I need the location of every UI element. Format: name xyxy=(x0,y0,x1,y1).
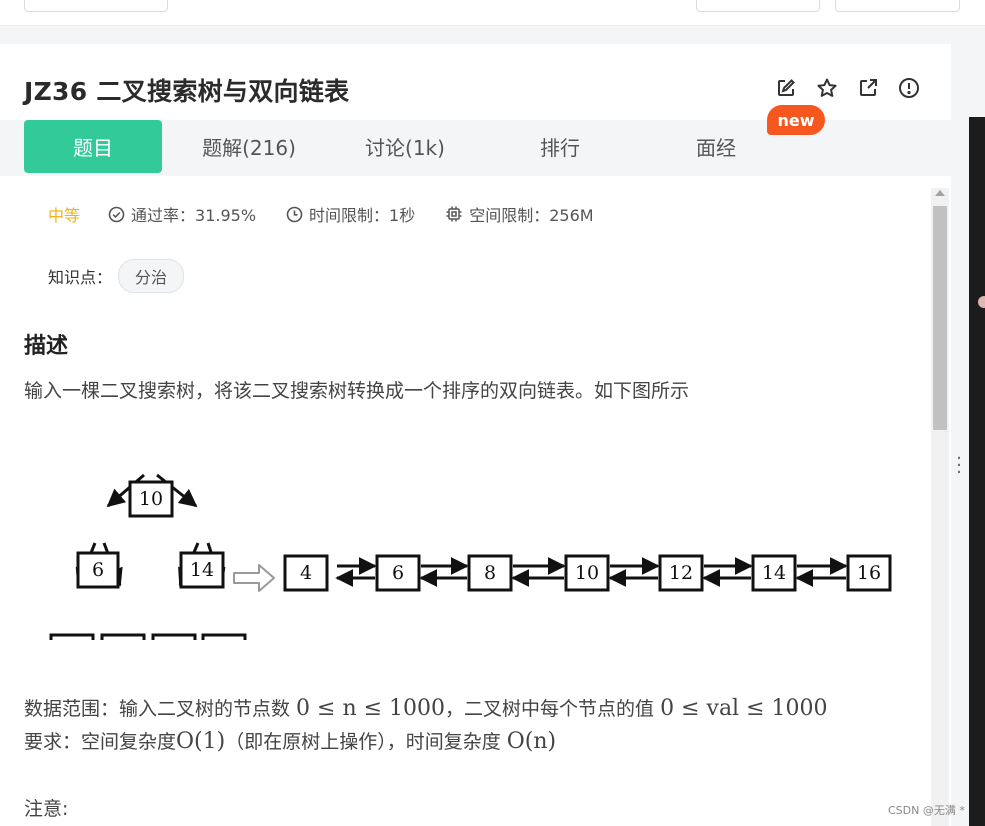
knowledge-tag[interactable]: 分治 xyxy=(118,259,185,293)
watermark: CSDN @无满 * xyxy=(888,804,965,817)
problem-card: JZ36 二叉搜索树与双向链表 题目 题解(216) 讨论(1k) 排行 面经 … xyxy=(0,44,951,826)
data-range: 数据范围：输入二叉树的节点数 0 ≤ n ≤ 1000，二叉树中每个节点的值 0… xyxy=(24,694,828,721)
right-side-panel xyxy=(969,117,985,826)
list-node-label: 8 xyxy=(484,562,496,584)
top-left-button[interactable] xyxy=(24,0,168,12)
req-middle: （即在原树上操作），时间复杂度 xyxy=(225,731,507,753)
scroll-up-arrow-icon[interactable] xyxy=(935,190,945,196)
top-right-button-2[interactable] xyxy=(835,0,960,12)
tab-problem[interactable]: 题目 xyxy=(24,120,162,173)
clock-icon xyxy=(286,206,303,222)
req-math-time: O(n) xyxy=(506,729,557,754)
scroll-thumb[interactable] xyxy=(933,206,947,430)
problem-title: JZ36 二叉搜索树与双向链表 xyxy=(24,77,350,106)
list-node-label: 10 xyxy=(575,562,599,584)
top-right-button-1[interactable] xyxy=(696,0,820,12)
range-prefix: 数据范围：输入二叉树的节点数 xyxy=(24,698,297,720)
new-badge: new xyxy=(767,105,825,135)
tab-discussion[interactable]: 讨论(1k) xyxy=(336,120,474,173)
time-limit: 时间限制：1秒 xyxy=(286,202,415,226)
req-prefix: 要求：空间复杂度 xyxy=(24,731,177,753)
space-limit: 空间限制：256M xyxy=(445,202,594,226)
list-node-label: 4 xyxy=(300,562,312,584)
bst-to-list-diagram: 10 6 14 4 8 12 16 4 6 8 10 12 14 16 xyxy=(49,473,892,640)
more-vertical-icon[interactable]: · · · xyxy=(955,450,963,482)
chip-icon xyxy=(446,206,462,222)
tree-node-label: 6 xyxy=(92,559,104,581)
description-heading: 描述 xyxy=(24,334,69,359)
tree-node-label: 14 xyxy=(190,559,214,581)
info-icon[interactable] xyxy=(895,74,922,101)
list-node-label: 14 xyxy=(762,562,786,584)
tab-ranking[interactable]: 排行 xyxy=(491,120,629,173)
transform-arrow-icon xyxy=(233,564,275,592)
tree-node-label: 10 xyxy=(139,488,163,510)
check-circle-icon xyxy=(108,206,125,222)
tab-interview[interactable]: 面经 xyxy=(647,120,785,173)
req-math-space: O(1) xyxy=(176,729,226,754)
external-link-icon[interactable] xyxy=(854,74,881,101)
range-math-values: 0 ≤ val ≤ 1000 xyxy=(660,696,828,721)
list-node-label: 6 xyxy=(392,562,404,584)
tab-solutions[interactable]: 题解(216) xyxy=(180,120,318,173)
title-actions xyxy=(772,74,922,101)
content-scrollbar[interactable] xyxy=(931,188,949,826)
top-header xyxy=(0,0,985,26)
pass-rate-text: 通过率：31.95% xyxy=(131,206,257,225)
edit-icon[interactable] xyxy=(772,74,799,101)
time-limit-text: 时间限制：1秒 xyxy=(309,206,416,225)
knowledge-points: 知识点： 分治 xyxy=(48,259,185,293)
knowledge-label: 知识点： xyxy=(48,268,113,287)
panel-indicator-dot xyxy=(978,296,985,308)
space-limit-text: 空间限制：256M xyxy=(469,206,594,225)
difficulty-label: 中等 xyxy=(48,206,81,225)
problem-meta: 中等 通过率：31.95% 时间限制：1秒 空间限制：256M xyxy=(48,202,624,226)
range-middle: ，二叉树中每个节点的值 xyxy=(445,698,661,720)
pass-rate: 通过率：31.95% xyxy=(108,202,256,226)
star-icon[interactable] xyxy=(813,74,840,101)
list-node-label: 12 xyxy=(669,562,693,584)
note-label: 注意: xyxy=(24,798,69,820)
range-math-nodes: 0 ≤ n ≤ 1000 xyxy=(296,696,446,721)
description-text: 输入一棵二叉搜索树，将该二叉搜索树转换成一个排序的双向链表。如下图所示 xyxy=(24,380,690,402)
requirements: 要求：空间复杂度O(1)（即在原树上操作），时间复杂度 O(n) xyxy=(24,727,556,754)
list-node-label: 16 xyxy=(857,562,881,584)
